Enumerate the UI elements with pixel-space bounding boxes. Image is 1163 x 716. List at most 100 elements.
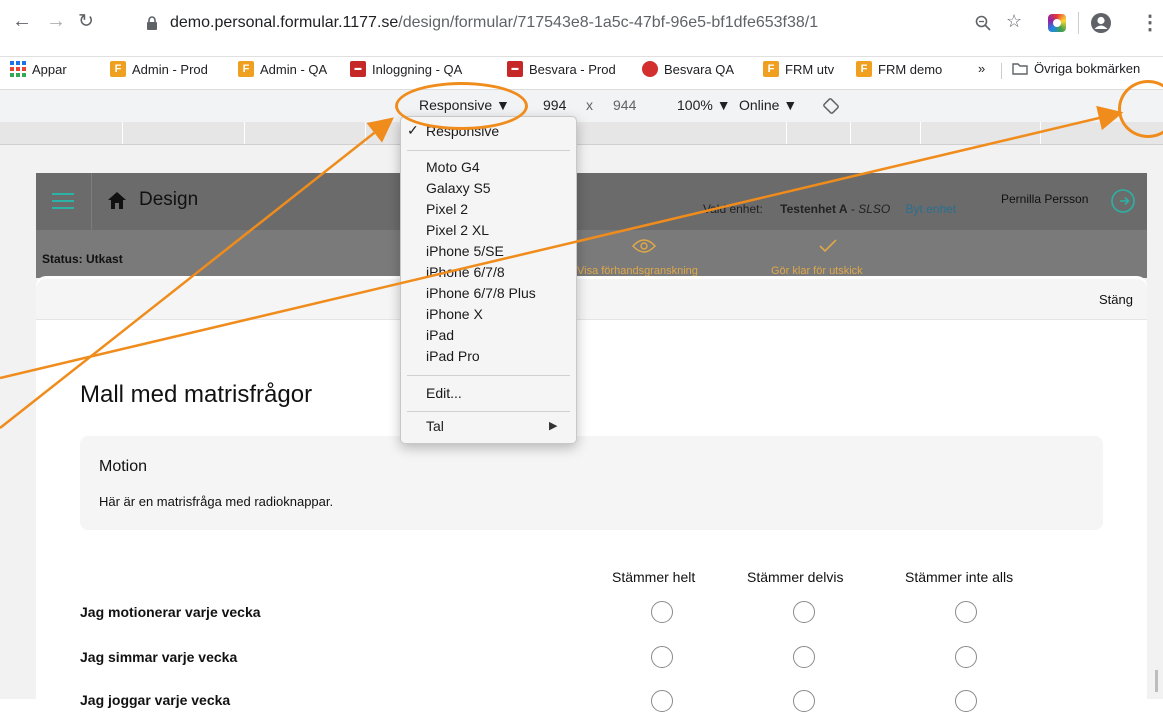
menu-separator: [407, 375, 570, 376]
bookmark-admin-qa[interactable]: F Admin - QA: [238, 61, 327, 77]
bookmark-besvara-qa[interactable]: Besvara QA: [642, 61, 734, 77]
bookmarks-overflow-button[interactable]: »: [978, 61, 985, 76]
eye-icon: [632, 239, 656, 253]
forward-arrow-icon[interactable]: →: [46, 10, 66, 33]
change-unit-link[interactable]: Byt enhet: [906, 202, 957, 216]
menu-item-device[interactable]: Pixel 2: [426, 201, 468, 217]
radio-button[interactable]: [955, 646, 977, 668]
apps-grid-icon: [10, 61, 26, 77]
browser-toolbar: ← → ↻ demo.personal.formular.1177.se/des…: [0, 0, 1163, 57]
menu-separator: [407, 411, 570, 412]
bookmark-label: Appar: [32, 61, 67, 77]
app-header: Design Vald enhet: Testenhet A - SLSO By…: [36, 173, 1147, 230]
radio-button[interactable]: [651, 646, 673, 668]
folder-icon: [1012, 63, 1028, 75]
matrix-column-header: Stämmer delvis: [747, 569, 844, 585]
menu-item-device[interactable]: Pixel 2 XL: [426, 222, 489, 238]
matrix-column-header: Stämmer inte alls: [905, 569, 1014, 585]
menu-item-device[interactable]: Moto G4: [426, 159, 480, 175]
menu-item-device[interactable]: iPhone X: [426, 306, 483, 322]
unit-name: Testenhet A: [780, 202, 848, 216]
menu-item-device[interactable]: iPhone 6/7/8: [426, 264, 505, 280]
bookmark-label: FRM utv: [785, 61, 835, 77]
bookmark-admin-prod[interactable]: F Admin - Prod: [110, 61, 208, 77]
hamburger-menu-icon[interactable]: [52, 192, 74, 210]
height-input[interactable]: 944: [613, 97, 636, 113]
f-favicon-icon: F: [856, 61, 872, 77]
check-icon: ✓: [407, 122, 419, 138]
bookmarks-bar: Appar F Admin - Prod F Admin - QA ▬ Inlo…: [0, 57, 1163, 83]
toolbar-divider: [1078, 12, 1079, 34]
resize-handle[interactable]: [1155, 670, 1158, 692]
bookmark-label: FRM demo: [878, 61, 943, 77]
logout-icon[interactable]: [1111, 189, 1135, 213]
bookmark-frm-utv[interactable]: F FRM utv: [763, 61, 834, 77]
home-icon[interactable]: [108, 192, 126, 209]
extension-icon[interactable]: [1048, 14, 1066, 32]
checkmark-icon: [819, 239, 837, 253]
radio-button[interactable]: [651, 690, 673, 712]
radio-button[interactable]: [793, 601, 815, 623]
bookmark-label: »: [978, 61, 986, 76]
status-bar: Status: Utkast Visa förhandsgranskning G…: [36, 230, 1147, 278]
bookmark-label: Inloggning - QA: [372, 61, 463, 77]
close-button[interactable]: Stäng: [1099, 292, 1133, 307]
dimension-times: x: [586, 97, 593, 113]
bookmark-appar[interactable]: Appar: [10, 61, 67, 77]
user-name: Pernilla Persson: [1001, 192, 1089, 206]
browser-menu-icon[interactable]: ⋮: [1140, 10, 1160, 35]
unit-label: Vald enhet:: [703, 202, 763, 216]
f-favicon-icon: F: [238, 61, 254, 77]
bookmark-inloggning-qa[interactable]: ▬ Inloggning - QA: [350, 61, 462, 77]
menu-separator: [407, 150, 570, 151]
matrix-row-label: Jag joggar varje vecka: [80, 692, 231, 708]
bank-favicon-icon: ▬: [507, 61, 523, 77]
f-favicon-icon: F: [763, 61, 779, 77]
panel-header: Stäng: [36, 279, 1147, 320]
bookmark-frm-demo[interactable]: F FRM demo: [856, 61, 942, 77]
lock-icon: [147, 16, 157, 30]
unit-separator: -: [847, 202, 859, 216]
radio-button[interactable]: [955, 601, 977, 623]
radio-button[interactable]: [793, 690, 815, 712]
bookmark-label: Admin - QA: [260, 61, 328, 77]
red-circle-favicon-icon: [642, 61, 658, 77]
matrix-row-label: Jag motionerar varje vecka: [80, 604, 261, 620]
device-toolbar: Responsive ▼ 994 x 944 100% ▼ Online ▼: [0, 89, 1163, 123]
radio-button[interactable]: [793, 646, 815, 668]
rotate-icon[interactable]: [822, 97, 840, 115]
bookmark-label: Övriga bokmärken: [1034, 61, 1141, 76]
menu-item-device[interactable]: iPad: [426, 327, 454, 343]
zoom-select[interactable]: 100% ▼: [677, 97, 731, 113]
f-favicon-icon: F: [110, 61, 126, 77]
menu-item-device[interactable]: Galaxy S5: [426, 180, 491, 196]
radio-button[interactable]: [955, 690, 977, 712]
app-title: Design: [139, 189, 199, 210]
bookmark-label: Admin - Prod: [132, 61, 208, 77]
reload-icon[interactable]: ↻: [78, 10, 94, 33]
media-query-ruler: [0, 122, 1163, 145]
url-text: demo.personal.formular.1177.se/design/fo…: [170, 14, 818, 32]
bookmark-besvara-prod[interactable]: ▬ Besvara - Prod: [507, 61, 616, 77]
annotation-circle-device-select: [395, 82, 528, 130]
bank-favicon-icon: ▬: [350, 61, 366, 77]
matrix-column-header: Stämmer helt: [612, 569, 696, 585]
menu-item-edit[interactable]: Edit...: [426, 385, 462, 401]
bookmark-label: Besvara QA: [664, 61, 735, 77]
bookmark-star-icon[interactable]: ☆: [1006, 11, 1022, 32]
bookmark-other-folder[interactable]: Övriga bokmärken: [1012, 61, 1140, 76]
menu-item-device[interactable]: iPhone 6/7/8 Plus: [426, 285, 536, 301]
menu-item-device[interactable]: iPad Pro: [426, 348, 480, 364]
matrix-row-label: Jag simmar varje vecka: [80, 649, 238, 665]
zoom-icon[interactable]: [975, 15, 991, 31]
menu-item-device[interactable]: iPhone 5/SE: [426, 243, 504, 259]
url-path: /design/formular/717543e8-1a5c-47bf-96e5…: [398, 14, 819, 31]
back-arrow-icon[interactable]: ←: [12, 10, 32, 33]
device-dropdown-menu: ✓ Responsive Moto G4 Galaxy S5 Pixel 2 P…: [400, 116, 577, 444]
network-select[interactable]: Online ▼: [739, 97, 797, 113]
profile-avatar-icon[interactable]: [1090, 12, 1112, 34]
section-description: Här är en matrisfråga med radioknappar.: [99, 494, 334, 509]
menu-item-tal[interactable]: Tal: [426, 418, 444, 434]
radio-button[interactable]: [651, 601, 673, 623]
width-input[interactable]: 994: [543, 97, 566, 113]
